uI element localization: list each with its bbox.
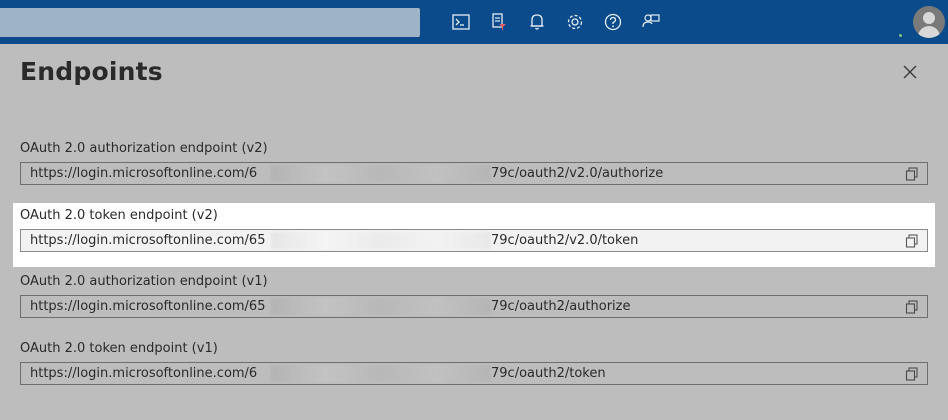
copy-icon[interactable] bbox=[905, 234, 919, 248]
url-prefix: https://login.microsoftonline.com/65 bbox=[30, 233, 266, 248]
help-icon[interactable] bbox=[602, 11, 624, 33]
copy-icon[interactable] bbox=[905, 367, 919, 381]
status-dot bbox=[899, 34, 902, 37]
endpoint-url-field[interactable]: https://login.microsoftonline.com/65 79c… bbox=[20, 229, 928, 252]
redacted-tenant-id bbox=[271, 365, 491, 382]
endpoint-label: OAuth 2.0 token endpoint (v1) bbox=[20, 341, 218, 356]
url-prefix: https://login.microsoftonline.com/65 bbox=[30, 299, 266, 314]
endpoint-label: OAuth 2.0 authorization endpoint (v2) bbox=[20, 141, 268, 156]
endpoint-label: OAuth 2.0 authorization endpoint (v1) bbox=[20, 274, 268, 289]
avatar-head-shape bbox=[923, 12, 935, 24]
close-button[interactable] bbox=[900, 62, 920, 82]
endpoint-oauth2-authorize-v1: OAuth 2.0 authorization endpoint (v1) ht… bbox=[20, 273, 928, 318]
feedback-icon[interactable] bbox=[640, 11, 662, 33]
url-prefix: https://login.microsoftonline.com/6 bbox=[30, 166, 260, 181]
global-search-box[interactable] bbox=[0, 8, 420, 37]
endpoint-url-field[interactable]: https://login.microsoftonline.com/6 79c/… bbox=[20, 162, 928, 185]
url-suffix: 79c/oauth2/v2.0/token bbox=[491, 233, 639, 248]
copy-icon[interactable] bbox=[905, 300, 919, 314]
avatar[interactable] bbox=[913, 6, 945, 38]
endpoint-url-field[interactable]: https://login.microsoftonline.com/65 79c… bbox=[20, 295, 928, 318]
close-icon bbox=[903, 65, 917, 79]
notifications-icon[interactable] bbox=[526, 11, 548, 33]
directory-filter-icon[interactable] bbox=[488, 11, 510, 33]
redacted-tenant-id bbox=[271, 232, 491, 249]
endpoint-label: OAuth 2.0 token endpoint (v2) bbox=[20, 208, 218, 223]
endpoint-oauth2-token-v1: OAuth 2.0 token endpoint (v1) https://lo… bbox=[20, 340, 928, 385]
endpoint-url-field[interactable]: https://login.microsoftonline.com/6 79c/… bbox=[20, 362, 928, 385]
url-prefix: https://login.microsoftonline.com/6 bbox=[30, 366, 260, 381]
avatar-body-shape bbox=[918, 26, 940, 38]
endpoint-oauth2-authorize-v2: OAuth 2.0 authorization endpoint (v2) ht… bbox=[20, 140, 928, 185]
url-suffix: 79c/oauth2/token bbox=[491, 366, 606, 381]
redacted-tenant-id bbox=[271, 165, 491, 182]
endpoint-oauth2-token-v2: OAuth 2.0 token endpoint (v2) https://lo… bbox=[20, 207, 928, 252]
page-title: Endpoints bbox=[20, 57, 163, 86]
cloud-shell-icon[interactable] bbox=[450, 11, 472, 33]
top-navigation-bar bbox=[0, 0, 948, 44]
copy-icon[interactable] bbox=[905, 167, 919, 181]
url-suffix: 79c/oauth2/authorize bbox=[491, 299, 631, 314]
url-suffix: 79c/oauth2/v2.0/authorize bbox=[491, 166, 664, 181]
settings-icon[interactable] bbox=[564, 11, 586, 33]
redacted-tenant-id bbox=[271, 298, 491, 315]
